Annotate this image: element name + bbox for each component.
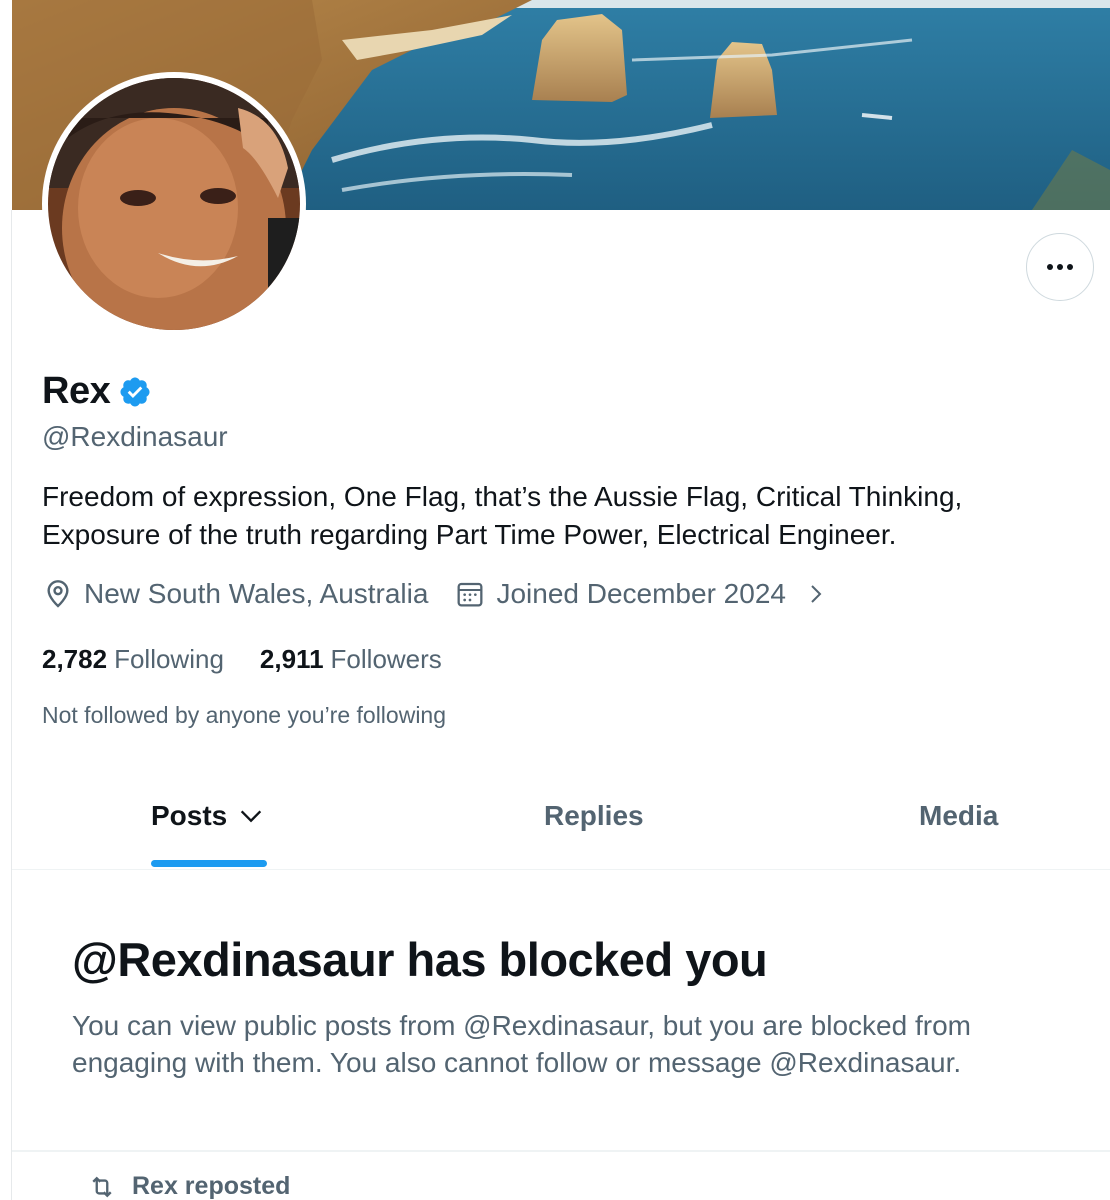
location-text: New South Wales, Australia (84, 578, 429, 609)
following-label: Following (114, 644, 224, 674)
calendar-icon (457, 582, 483, 607)
followers-label: Followers (330, 644, 442, 674)
left-border (11, 210, 12, 1200)
repost-icon (92, 1176, 112, 1197)
chevron-down-icon (241, 810, 262, 823)
tab-posts[interactable]: Posts (151, 800, 265, 832)
divider (12, 1150, 1110, 1152)
join-date[interactable]: Joined December 2024 (454, 578, 828, 610)
profile-bio: Freedom of expression, One Flag, that’s … (42, 481, 963, 550)
blocked-description: You can view public posts from @Rexdinas… (72, 1010, 971, 1078)
avatar-image (48, 78, 300, 330)
tab-replies-label: Replies (544, 800, 644, 831)
more-horizontal-icon (1047, 264, 1053, 270)
followed-by-note: Not followed by anyone you’re following (42, 702, 447, 728)
followers-count: 2,911 (259, 644, 324, 674)
profile-meta: New South Wales, Australia Joined Decemb… (42, 578, 828, 610)
tab-media[interactable]: Media (919, 800, 998, 832)
more-dot (1057, 264, 1063, 270)
more-button[interactable] (1026, 233, 1094, 301)
profile-name-row: Rex (42, 370, 152, 413)
following-count: 2,782 (42, 644, 108, 674)
tab-media-label: Media (919, 800, 999, 831)
blocked-title: @Rexdinasaur has blocked you (72, 933, 768, 986)
active-tab-indicator (151, 860, 267, 867)
verified-badge-icon[interactable] (118, 375, 152, 409)
following-link[interactable]: 2,782 Following (42, 644, 224, 675)
location: New South Wales, Australia (42, 578, 428, 610)
display-name: Rex (42, 370, 111, 412)
repost-context[interactable]: Rex reposted (88, 1172, 290, 1200)
avatar[interactable] (42, 72, 306, 336)
join-date-text: Joined December 2024 (496, 578, 786, 609)
profile-tabs: Posts Replies Media (12, 770, 1110, 870)
followers-link[interactable]: 2,911 Followers (260, 644, 442, 675)
location-pin-icon (47, 580, 69, 608)
tab-replies[interactable]: Replies (544, 800, 644, 832)
tab-posts-label: Posts (151, 800, 228, 831)
repost-label: Rex reposted (132, 1172, 291, 1200)
profile-handle: @Rexdinasaur (42, 421, 228, 452)
follow-stats: 2,782 Following 2,911 Followers (42, 644, 442, 675)
chevron-right-icon (811, 585, 822, 603)
more-dot (1067, 264, 1073, 270)
